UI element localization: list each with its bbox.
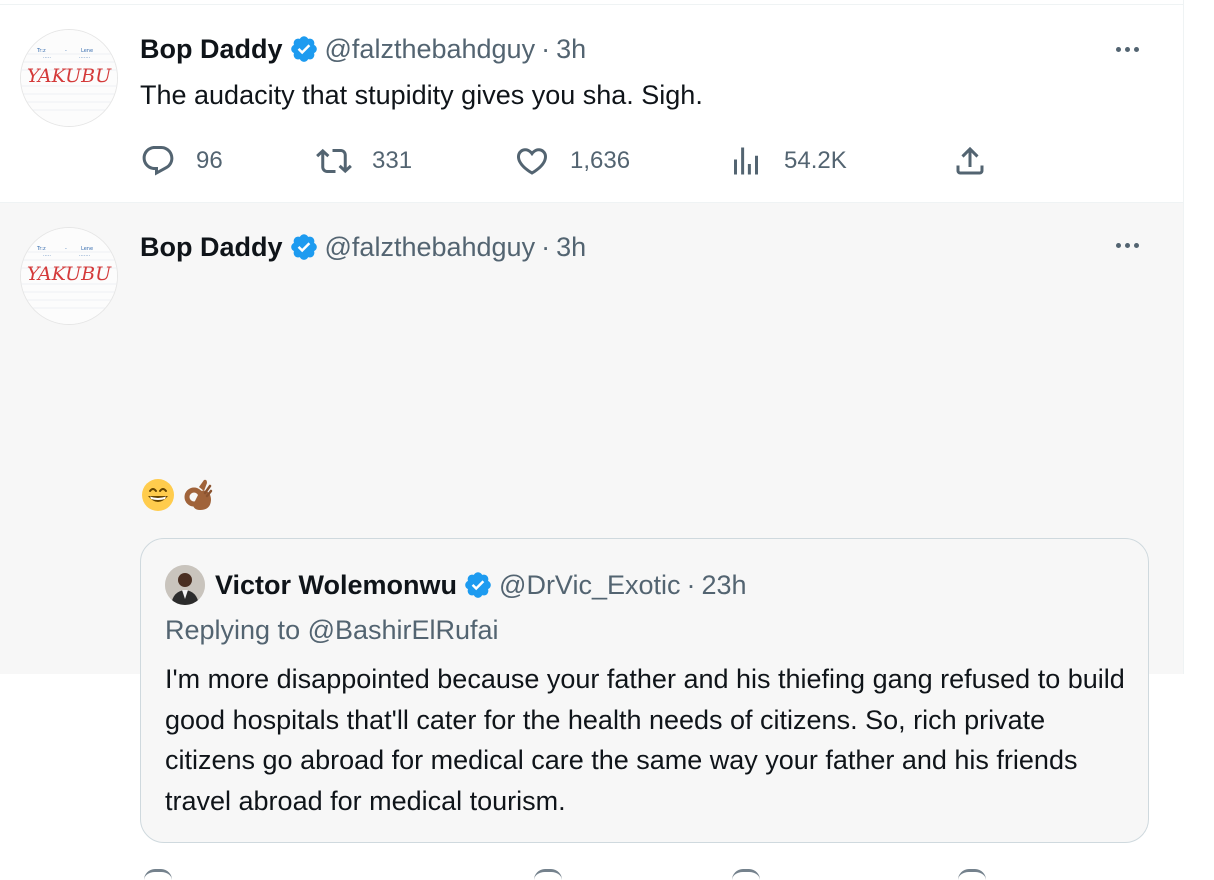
reply-count: 96 [196,147,223,174]
verified-badge-icon [465,572,491,598]
author-name[interactable]: Bop Daddy [140,34,283,65]
more-icon[interactable] [1107,37,1147,61]
retweet-icon [316,148,352,174]
ok-hand-emoji-icon [184,479,213,510]
author-handle[interactable]: @falzthebahdguy [325,34,536,65]
tweet[interactable]: Tr:z - Lene ............ YAKUBU Bop Daddy … [0,5,1183,203]
replying-to: Replying to @BashirElRufai [165,615,499,645]
like-icon[interactable] [534,869,562,880]
reply-button[interactable]: 96 [140,141,223,181]
like-button[interactable]: 1,636 [514,141,630,181]
quoted-tweet[interactable]: Victor Wolemonwu @DrVic_Exotic · 23h Rep… [140,538,1149,843]
timeline: Tr:z - Lene ............ YAKUBU Bop Daddy … [0,0,1184,872]
retweet-count: 331 [372,147,413,174]
avatar-image: Tr:z - Lene ............ YAKUBU [21,228,117,324]
reply-icon [142,146,174,176]
svg-text:.......: ....... [79,252,91,258]
avatar-image: Tr:z - Lene ............ YAKUBU [21,30,117,126]
like-count: 1,636 [570,147,631,174]
tweet-emojis [140,475,216,515]
tweet-actions-partial [140,869,1020,879]
verified-badge-icon[interactable] [289,34,319,64]
svg-text:.....: ..... [43,252,51,258]
avatar-logo-text: YAKUBU [27,65,112,87]
avatar-logo-text: YAKUBU [27,263,112,285]
separator: · [686,569,696,600]
tweet-actions: 96 331 1,636 54.2K [140,141,1000,181]
avatar[interactable]: Tr:z - Lene ............ YAKUBU [20,227,118,325]
author-name: Victor Wolemonwu [215,569,458,600]
share-icon [956,146,984,175]
svg-text:-: - [65,246,67,252]
more-icon[interactable] [1107,233,1147,257]
views-count: 54.2K [784,147,847,174]
svg-text:-: - [65,48,67,54]
author-handle[interactable]: @falzthebahdguy [325,232,536,263]
avatar [165,565,205,605]
quoted-tweet-header: Victor Wolemonwu @DrVic_Exotic · 23h [165,565,747,605]
reply-icon[interactable] [144,869,172,880]
retweet-button[interactable]: 331 [316,141,412,181]
svg-text:.....: ..... [43,54,51,60]
share-button[interactable] [952,141,988,181]
separator: · [541,33,551,64]
views-icon [734,147,758,175]
tweet-header: Bop Daddy @falzthebahdguy · 3h [140,229,586,265]
share-icon[interactable] [958,869,986,880]
timestamp[interactable]: 3h [556,34,586,65]
views-icon[interactable] [732,869,760,880]
grinning-face-emoji-icon [142,479,174,511]
quoted-tweet-text: I'm more disappointed because your fathe… [165,664,1125,816]
tweet-header: Bop Daddy @falzthebahdguy · 3h [140,31,586,67]
avatar[interactable]: Tr:z - Lene ............ YAKUBU [20,29,118,127]
separator: · [541,231,551,262]
author-name[interactable]: Bop Daddy [140,232,283,263]
views-button[interactable]: 54.2K [728,141,847,181]
like-icon [516,148,548,175]
tweet[interactable]: Tr:z - Lene ............ YAKUBU Bop Daddy … [0,203,1183,872]
svg-text:.......: ....... [79,54,91,60]
verified-badge-icon[interactable] [289,232,319,262]
timestamp: 23h [701,569,747,600]
tweet-text: The audacity that stupidity gives you sh… [140,80,703,110]
author-handle: @DrVic_Exotic [499,569,681,600]
timestamp[interactable]: 3h [556,232,586,263]
